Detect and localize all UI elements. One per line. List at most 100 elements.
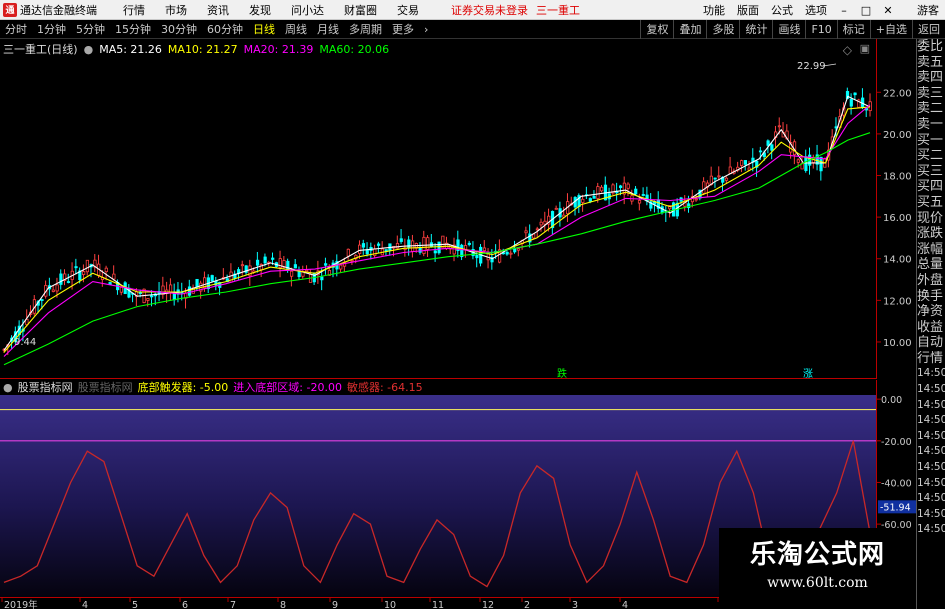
candle-body [59, 273, 63, 285]
menu-jiaoyi[interactable]: 交易 [387, 2, 429, 18]
period-60min[interactable]: 60分钟 [202, 21, 248, 37]
candle-body [271, 257, 275, 260]
side-panel-item[interactable]: 卖二 [917, 101, 945, 117]
candle-body [467, 242, 471, 245]
side-panel-item[interactable]: 现价 [917, 211, 945, 227]
chevron-right-icon[interactable]: › [419, 23, 433, 36]
side-panel-item[interactable]: 自动 [917, 335, 945, 351]
period-monthly[interactable]: 月线 [312, 21, 344, 37]
minimize-icon[interactable]: – [833, 4, 855, 17]
period-multi[interactable]: 多周期 [344, 21, 387, 37]
candle-body [581, 198, 585, 203]
menu-hangqing[interactable]: 行情 [113, 2, 155, 18]
side-panel-item[interactable]: 14:50 [917, 398, 945, 414]
side-panel-item[interactable]: 买四 [917, 179, 945, 195]
ma20-label: MA20: 21.39 [243, 42, 314, 56]
candle-body [524, 230, 528, 234]
menu-wenxiaoda[interactable]: 问小达 [281, 2, 334, 18]
side-panel-item[interactable]: 收益 [917, 320, 945, 336]
menu-gongneng[interactable]: 功能 [697, 2, 731, 18]
watermark-title: 乐淘公式网 [749, 540, 885, 570]
close-icon[interactable]: ✕ [877, 4, 899, 17]
diejia-button[interactable]: 叠加 [673, 20, 706, 39]
side-panel-item[interactable]: 14:50 [917, 491, 945, 507]
panel-toggle-icon[interactable]: ▣ [860, 42, 870, 55]
candle-body [187, 286, 192, 296]
side-panel-item[interactable]: 外盘 [917, 273, 945, 289]
login-status[interactable]: 证券交易未登录 [451, 2, 528, 18]
huaxian-button[interactable]: 画线 [772, 20, 805, 39]
candle-body [505, 251, 509, 255]
candle-body [728, 166, 732, 174]
back-button[interactable]: 返回 [912, 20, 945, 39]
side-panel-item[interactable]: 14:50 [917, 429, 945, 445]
period-15min[interactable]: 15分钟 [110, 21, 156, 37]
price-tick-label: 18.00 [883, 172, 912, 183]
maximize-icon[interactable]: □ [855, 4, 877, 17]
candle-body [290, 270, 294, 277]
fuquan-button[interactable]: 复权 [640, 20, 673, 39]
title-right-group: 功能 版面 公式 选项 – □ ✕ 游客 [697, 0, 945, 20]
expand-icon[interactable]: ◇ [843, 43, 852, 57]
period-1min[interactable]: 1分钟 [32, 21, 71, 37]
side-panel-item[interactable]: 涨跌 [917, 226, 945, 242]
side-panel-item[interactable]: 买五 [917, 195, 945, 211]
menu-shichang[interactable]: 市场 [155, 2, 197, 18]
side-panel-item[interactable]: 卖五 [917, 55, 945, 71]
side-panel-item[interactable]: 14:50 [917, 522, 945, 538]
side-panel-item[interactable]: 委比 [917, 39, 945, 55]
side-panel-item[interactable]: 买二 [917, 148, 945, 164]
candle-body [210, 275, 214, 282]
period-more[interactable]: 更多 [387, 21, 419, 37]
side-panel-item[interactable]: 净资 [917, 304, 945, 320]
menu-faxian[interactable]: 发现 [239, 2, 281, 18]
settings-circle-icon[interactable]: ● [84, 43, 94, 56]
menu-xuanxiang[interactable]: 选项 [799, 2, 833, 18]
side-panel-item[interactable]: 14:50 [917, 507, 945, 523]
side-panel-item[interactable]: 14:50 [917, 460, 945, 476]
side-panel-item[interactable]: 涨幅 [917, 242, 945, 258]
ma-line-ma10 [3, 106, 871, 353]
price-tick-label: 12.00 [883, 296, 912, 307]
menu-caifuquan[interactable]: 财富圈 [334, 2, 387, 18]
menu-gongshi[interactable]: 公式 [765, 2, 799, 18]
candle-body [509, 252, 513, 255]
period-weekly[interactable]: 周线 [280, 21, 312, 37]
period-fenshi[interactable]: 分时 [0, 21, 32, 37]
side-panel-item[interactable]: 14:50 [917, 413, 945, 429]
side-panel-item[interactable]: 买三 [917, 164, 945, 180]
side-panel-item[interactable]: 换手 [917, 289, 945, 305]
side-panel-item[interactable]: 卖四 [917, 70, 945, 86]
indicator-settings-icon[interactable]: ● [3, 381, 13, 394]
tongji-button[interactable]: 统计 [739, 20, 772, 39]
side-panel-item[interactable]: 14:50 [917, 382, 945, 398]
side-panel-item[interactable]: 14:50 [917, 366, 945, 382]
f10-button[interactable]: F10 [805, 20, 836, 39]
candle-body [74, 266, 78, 269]
menu-banmian[interactable]: 版面 [731, 2, 765, 18]
menu-zixun[interactable]: 资讯 [197, 2, 239, 18]
main-kline-chart[interactable]: 22.99 9.44 跌 涨 三一重工(日线) ● MA5: 21.26 MA10: … [0, 39, 876, 379]
candle-body [339, 264, 343, 270]
side-panel-item[interactable]: 14:50 [917, 476, 945, 492]
side-panel-item[interactable]: 买一 [917, 133, 945, 149]
price-tick-label: 20.00 [883, 130, 912, 141]
add-watchlist-button[interactable]: +自选 [869, 20, 912, 39]
side-panel-item[interactable]: 行情 [917, 351, 945, 367]
candles-group [2, 87, 872, 356]
biaoji-button[interactable]: 标记 [836, 20, 870, 39]
indicator-name: 股票指标网 [17, 381, 73, 394]
side-panel-item[interactable]: 14:50 [917, 444, 945, 460]
side-panel-item[interactable]: 卖三 [917, 86, 945, 102]
marker-die: 跌 [557, 367, 567, 379]
side-panel-item[interactable]: 总量 [917, 257, 945, 273]
period-30min[interactable]: 30分钟 [156, 21, 202, 37]
duogu-button[interactable]: 多股 [706, 20, 739, 39]
period-5min[interactable]: 5分钟 [71, 21, 110, 37]
side-panel-item[interactable]: 卖一 [917, 117, 945, 133]
price-axis: 22.00 20.00 18.00 16.00 14.00 12.00 10.00 [876, 39, 912, 379]
period-daily[interactable]: 日线 [248, 21, 280, 37]
time-tick-label: 10 [384, 600, 396, 609]
candle-body [702, 181, 706, 194]
guest-label[interactable]: 游客 [911, 2, 945, 18]
